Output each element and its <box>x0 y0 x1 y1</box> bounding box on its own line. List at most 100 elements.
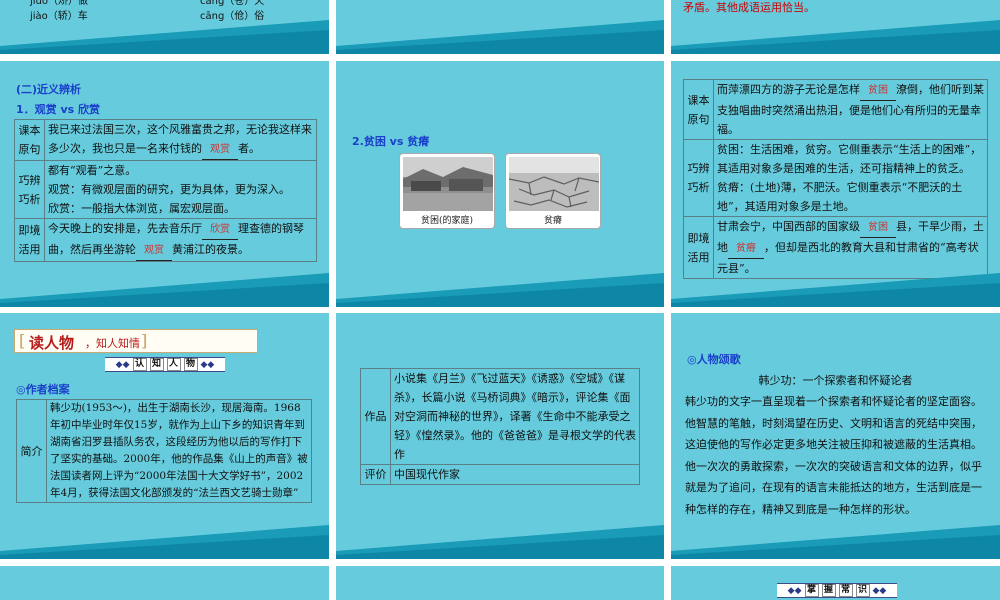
slide-band <box>671 20 1000 54</box>
slide-bottom-left[interactable] <box>0 566 329 600</box>
row-content: 今天晚上的安排是，先去音乐厅 欣赏 理查德的钢琴曲，然后再坐游轮 观赏 黄浦江的夜景。 <box>44 218 317 262</box>
answer-blank: 贫困 <box>860 81 896 101</box>
row-label: 巧辨巧析 <box>683 139 714 217</box>
slide-band <box>671 273 1000 307</box>
sentence-part: 我已来过法国三次，这个风雅富贵之邦，无论我这样来多少次，我也只是一名来付钱的 <box>48 123 312 155</box>
analysis-line: 贫瘠：(土地)薄，不肥沃。它侧重表示“不肥沃的土地”，其适用对象多是土地。 <box>717 181 963 213</box>
section-banner: [ 读人物 ，知人知情 ] <box>14 329 258 353</box>
subheading: 1．观赏 vs 欣赏 <box>16 103 101 116</box>
section-heading: ◎作者档案 <box>16 383 70 396</box>
diamond-icon: ◆◆ <box>872 585 887 596</box>
slide-bottom-middle[interactable] <box>336 566 664 600</box>
bar-char: 人 <box>166 358 181 371</box>
bar-char: 常 <box>838 584 853 597</box>
table-row: 评价 中国现代作家 <box>360 464 640 485</box>
cracked-earth-image <box>509 157 599 211</box>
table-row: 课本原句 而萍漂四方的游子无论是怎样 贫困 潦倒，他们听到某支独唱曲时突然涌出热泪，… <box>683 79 988 140</box>
slide-top-middle[interactable] <box>336 0 664 54</box>
table-row: 作品 小说集《月兰》《飞过蓝天》《诱惑》《空城》《谋杀》，长篇小说《马桥词典》《… <box>360 368 640 465</box>
table-row: 巧辨巧析 都有“观看”之意。 观赏：有微观层面的研究，更为具体，更为深入。 欣赏… <box>14 160 317 219</box>
row-label: 巧辨巧析 <box>14 160 45 219</box>
village-image <box>403 157 493 211</box>
analysis-line: 贫困：生活困难，贫穷。它侧重表示“生活上的困难”，其适用对象多是困难的生活，还可… <box>717 143 982 175</box>
answer-blank: 贫困 <box>860 218 896 238</box>
answer-blank: 观赏 <box>202 140 238 160</box>
slide-author-works[interactable]: 作品 小说集《月兰》《飞过蓝天》《诱惑》《空城》《谋杀》，长篇小说《马桥词典》《… <box>336 313 664 559</box>
table-row: 巧辨巧析 贫困：生活困难，贫穷。它侧重表示“生活上的困难”，其适用对象多是困难的… <box>683 139 988 217</box>
bracket-left-icon: [ <box>19 331 26 350</box>
table-row: 即境活用 今天晚上的安排是，先去音乐厅 欣赏 理查德的钢琴曲，然后再坐游轮 观赏 黄浦江… <box>14 218 317 262</box>
slide-band <box>0 20 329 54</box>
pinyin-line-1b: cāng（苍）天 <box>200 0 265 7</box>
bar-char: 知 <box>149 358 164 371</box>
row-label: 即境活用 <box>14 218 45 262</box>
photo-barren-land: 贫瘠 <box>505 153 601 229</box>
author-intro: 韩少功(1953～)，出生于湖南长沙，现居海南。1968年初中毕业时年仅15岁，… <box>46 399 312 503</box>
row-label: 课本原句 <box>14 119 45 161</box>
author-table: 简介 韩少功(1953～)，出生于湖南长沙，现居海南。1968年初中毕业时年仅1… <box>16 399 312 503</box>
photo-poor-family: 贫困(的家庭) <box>399 153 495 229</box>
sentence-part: 而萍漂四方的游子无论是怎样 <box>717 83 860 96</box>
row-content: 而萍漂四方的游子无论是怎样 贫困 潦倒，他们听到某支独唱曲时突然涌出热泪，便是他们心… <box>713 79 988 140</box>
works-table: 作品 小说集《月兰》《飞过蓝天》《诱惑》《空城》《谋杀》，长篇小说《马桥词典》《… <box>360 368 640 485</box>
sentence-part: 黄浦江的夜景。 <box>172 243 249 256</box>
row-content: 都有“观看”之意。 观赏：有微观层面的研究，更为具体，更为深入。 欣赏：一般指大… <box>44 160 317 219</box>
answer-blank: 欣赏 <box>202 220 238 240</box>
analysis-line: 都有“观看”之意。 <box>48 164 137 177</box>
row-content: 我已来过法国三次，这个风雅富贵之邦，无论我这样来多少次，我也只是一名来付钱的 观赏… <box>44 119 317 161</box>
sentence-part: 今天晚上的安排是，先去音乐厅 <box>48 222 202 235</box>
photo-caption: 贫瘠 <box>543 216 562 226</box>
bar-char: 认 <box>132 358 147 371</box>
praise-title: 韩少功：一个探索者和怀疑论者 <box>758 374 913 387</box>
diamond-icon: ◆◆ <box>200 359 215 370</box>
diamond-icon: ◆◆ <box>787 585 802 596</box>
slide-author-profile[interactable]: [ 读人物 ，知人知情 ] ◆◆ 认 知 人 物 ◆◆ ◎作者档案 简介 韩少功… <box>0 313 329 559</box>
slide-top-right[interactable]: 矛盾。其他成语运用恰当。 <box>671 0 1000 54</box>
row-label: 即境活用 <box>683 216 714 279</box>
subheading: 2.贫困 vs 贫瘠 <box>352 135 430 148</box>
slide-band <box>336 20 664 54</box>
banner-subtitle: ，知人知情 <box>85 337 140 350</box>
bar-char: 掌 <box>804 584 819 597</box>
slide-band <box>0 525 329 559</box>
slide-band <box>336 525 664 559</box>
answer-blank: 观赏 <box>136 241 172 261</box>
slide-synonym-guanshang[interactable]: (二)近义辨析 1．观赏 vs 欣赏 课本原句 我已来过法国三次，这个风雅富贵之… <box>0 61 329 307</box>
slide-band <box>671 525 1000 559</box>
table-row: 简介 韩少功(1953～)，出生于湖南长沙，现居海南。1968年初中毕业时年仅1… <box>16 399 312 503</box>
row-content: 中国现代作家 <box>390 464 640 485</box>
slide-band <box>0 273 329 307</box>
table-row: 课本原句 我已来过法国三次，这个风雅富贵之邦，无论我这样来多少次，我也只是一名来… <box>14 119 317 161</box>
slide-pinkun-table[interactable]: 课本原句 而萍漂四方的游子无论是怎样 贫困 潦倒，他们听到某支独唱曲时突然涌出热泪，… <box>671 61 1000 307</box>
row-label: 课本原句 <box>683 79 714 140</box>
row-content: 贫困：生活困难，贫穷。它侧重表示“生活上的困难”，其适用对象多是困难的生活，还可… <box>713 139 988 217</box>
row-content: 甘肃会宁，中国西部的国家级 贫困 县，干旱少雨，土地 贫瘠 ，但却是西北的教育大县和甘肃… <box>713 216 988 279</box>
section-heading: ◎人物颂歌 <box>687 353 741 366</box>
row-content: 小说集《月兰》《飞过蓝天》《诱惑》《空城》《谋杀》，长篇小说《马桥词典》《暗示》… <box>390 368 640 465</box>
section-label-bar: ◆◆ 掌 握 常 识 ◆◆ <box>777 583 897 598</box>
slide-bottom-right[interactable]: ◆◆ 掌 握 常 识 ◆◆ <box>671 566 1000 600</box>
synonym-table: 课本原句 而萍漂四方的游子无论是怎样 贫困 潦倒，他们听到某支独唱曲时突然涌出热泪，… <box>683 79 988 279</box>
slide-author-praise[interactable]: ◎人物颂歌 韩少功：一个探索者和怀疑论者 韩少功的文字一直呈现着一个探索者和怀疑… <box>671 313 1000 559</box>
table-row: 即境活用 甘肃会宁，中国西部的国家级 贫困 县，干旱少雨，土地 贫瘠 ，但却是西北的教育… <box>683 216 988 279</box>
diamond-icon: ◆◆ <box>115 359 130 370</box>
bar-char: 物 <box>183 358 198 371</box>
row-label: 评价 <box>360 464 391 485</box>
pinyin-line-1: jiǔo（矫）做 <box>30 0 89 7</box>
slide-band <box>336 273 664 307</box>
synonym-table: 课本原句 我已来过法国三次，这个风雅富贵之邦，无论我这样来多少次，我也只是一名来… <box>14 119 317 262</box>
row-label: 作品 <box>360 368 391 465</box>
banner-title: 读人物 <box>29 334 75 352</box>
sentence-part: 甘肃会宁，中国西部的国家级 <box>717 220 860 233</box>
answer-blank: 贫瘠 <box>728 239 764 259</box>
sentence-part: 者。 <box>238 142 260 155</box>
bar-char: 识 <box>855 584 870 597</box>
section-label-bar: ◆◆ 认 知 人 物 ◆◆ <box>105 357 225 372</box>
slide-synonym-pinkun[interactable]: 2.贫困 vs 贫瘠 贫困(的家庭) 贫瘠 <box>336 61 664 307</box>
praise-body: 韩少功的文字一直呈现着一个探索者和怀疑论者的坚定面容。他智慧的笔触，时刻渴望在历… <box>685 395 982 516</box>
photo-caption: 贫困(的家庭) <box>420 216 474 226</box>
bracket-right-icon: ] <box>141 331 148 350</box>
row-label: 简介 <box>16 399 47 503</box>
slide-top-left[interactable]: jiǔo（矫）做 jiào（轿）车 cāng（苍）天 cāng（伧）俗 <box>0 0 329 54</box>
analysis-line: 欣赏：一般指大体浏览，属宏观层面。 <box>48 202 235 215</box>
